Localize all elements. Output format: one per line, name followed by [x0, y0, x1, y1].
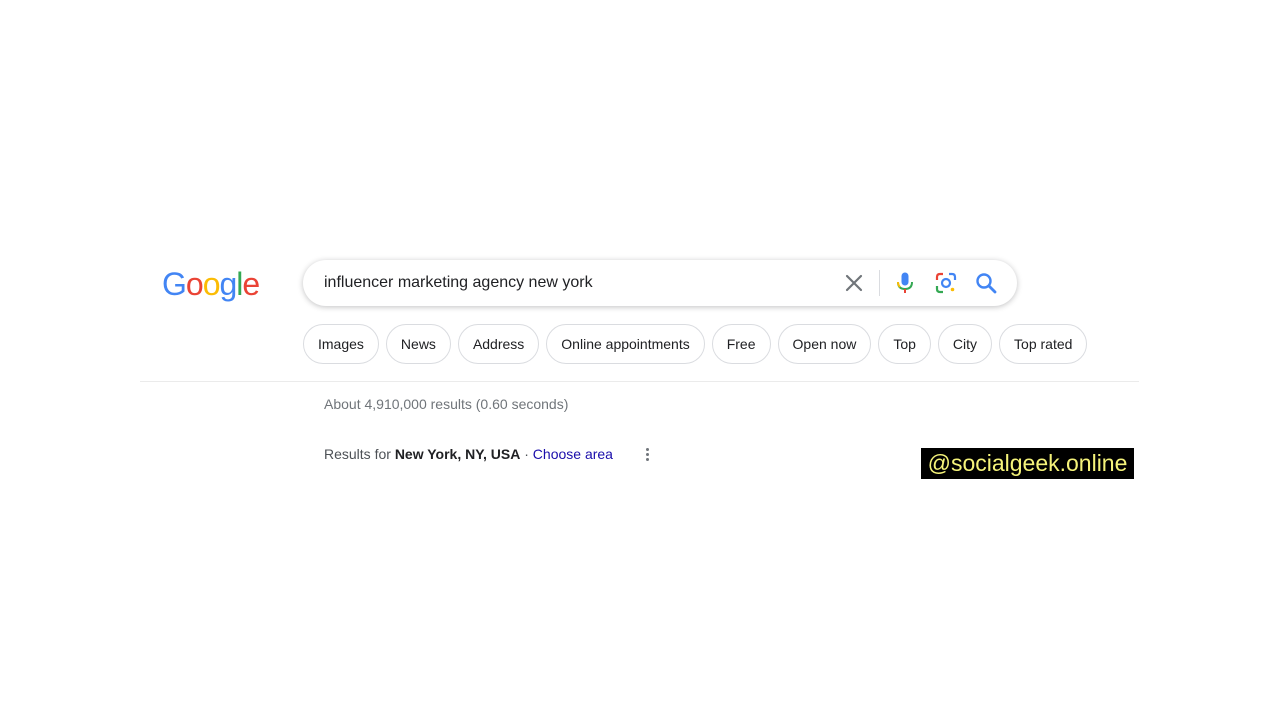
filter-chips: Images News Address Online appointments …: [303, 324, 1088, 364]
search-divider: [879, 270, 880, 296]
close-icon[interactable]: [842, 271, 866, 295]
chip-online-appointments[interactable]: Online appointments: [546, 324, 705, 364]
chip-top[interactable]: Top: [878, 324, 931, 364]
logo-letter: o: [202, 266, 221, 302]
chip-address[interactable]: Address: [457, 324, 540, 364]
location-prefix: Results for: [324, 446, 395, 462]
lens-icon[interactable]: [934, 271, 958, 295]
search-input[interactable]: [324, 260, 824, 306]
google-logo[interactable]: Google: [162, 264, 260, 304]
location-separator: ·: [520, 446, 533, 462]
search-results-page: Google influencer marketing agency new y…: [0, 0, 1280, 720]
chip-top-rated[interactable]: Top rated: [999, 324, 1088, 364]
logo-letter: o: [185, 266, 204, 302]
location-name: New York, NY, USA: [394, 446, 521, 462]
chip-city[interactable]: City: [937, 324, 993, 364]
chip-news[interactable]: News: [385, 324, 451, 364]
chip-open-now[interactable]: Open now: [777, 324, 872, 364]
header-divider: [140, 381, 1139, 382]
more-options-icon[interactable]: [639, 444, 655, 464]
search-box: [303, 260, 1017, 306]
logo-letter: g: [219, 266, 237, 302]
logo-letter: e: [242, 266, 260, 302]
mic-icon[interactable]: [893, 271, 917, 295]
logo-letter: G: [162, 266, 187, 302]
chip-images[interactable]: Images: [303, 324, 379, 364]
watermark-handle: @socialgeek.online: [921, 448, 1134, 479]
search-icon[interactable]: [974, 271, 998, 295]
choose-area-link[interactable]: Choose area: [533, 446, 613, 462]
result-stats: About 4,910,000 results (0.60 seconds): [324, 396, 569, 412]
chip-free[interactable]: Free: [711, 324, 771, 364]
location-line: Results for New York, NY, USA · Choose a…: [324, 446, 613, 462]
